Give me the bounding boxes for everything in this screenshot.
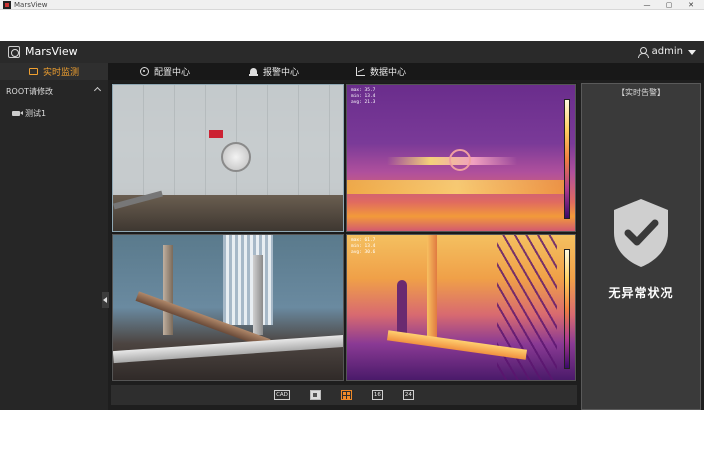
app-header: MarsView admin — [0, 41, 704, 63]
tab-label: 实时监测 — [42, 68, 79, 78]
temperature-readout: max: 61.7 min: 13.4 avg: 30.6 — [351, 238, 376, 255]
tab-data-center[interactable]: 数据中心 — [356, 63, 406, 80]
ground — [113, 195, 343, 231]
temperature-scale — [564, 249, 570, 369]
monitor-icon — [28, 68, 38, 75]
user-icon — [637, 47, 649, 58]
pipe — [163, 245, 173, 335]
sidebar-collapse-handle[interactable] — [102, 292, 109, 308]
alarm-status-text: 无异常状况 — [608, 286, 674, 300]
gear-icon — [140, 67, 149, 76]
cad-button[interactable]: CAD — [274, 390, 290, 400]
hot-pipe — [427, 235, 437, 345]
alarm-panel-title: 【实时告警】 — [617, 88, 665, 97]
device-tree-sidebar: ROOT请修改 测试1 — [0, 80, 109, 410]
video-tile-thermal-pipes[interactable]: max: 61.7 min: 13.4 avg: 30.6 — [346, 234, 576, 381]
structure — [497, 235, 557, 380]
os-window-title: MarsView — [14, 1, 48, 9]
corrugated-wall — [223, 235, 273, 325]
marsview-logo-icon — [8, 46, 20, 58]
pipe — [253, 255, 263, 335]
user-name: admin — [651, 46, 683, 57]
app-window: MarsView admin 实时监测 配置中心 报警中心 数据中心 ROOT请… — [0, 41, 704, 410]
layout-toolbar: CAD 16 24 — [111, 385, 577, 405]
video-grid: max: 35.7 min: 13.4 avg: 21.3 max: 61.7 … — [111, 83, 577, 381]
layout-1-button[interactable] — [309, 390, 321, 400]
maximize-button[interactable]: ▢ — [658, 0, 680, 10]
pipe — [113, 334, 343, 364]
os-title-bar: MarsView — ▢ ✕ — [0, 0, 704, 10]
minimize-button[interactable]: — — [636, 0, 658, 10]
layout-4-button[interactable] — [340, 390, 352, 400]
close-button[interactable]: ✕ — [680, 0, 702, 10]
tab-realtime-monitoring[interactable]: 实时监测 — [0, 63, 108, 80]
video-tile-visible-tank[interactable] — [112, 84, 344, 232]
app-icon — [3, 1, 11, 9]
layout-16-button[interactable]: 16 — [371, 390, 383, 400]
user-menu[interactable]: admin — [637, 45, 696, 59]
app-name: MarsView — [25, 45, 78, 58]
camera-icon — [12, 111, 23, 116]
tab-label: 配置中心 — [154, 68, 191, 78]
tab-config-center[interactable]: 配置中心 — [140, 63, 190, 80]
layout-24-button[interactable]: 24 — [402, 390, 414, 400]
main-nav: 实时监测 配置中心 报警中心 数据中心 — [0, 63, 704, 80]
video-tile-thermal-tank[interactable]: max: 35.7 min: 13.4 avg: 21.3 — [346, 84, 576, 232]
manhole-hatch — [221, 142, 251, 172]
heat-band — [347, 180, 567, 194]
shield-check-icon — [614, 199, 668, 267]
device-label: 测试1 — [25, 109, 47, 118]
hatch-heat-outline — [449, 149, 471, 171]
tree-item-device[interactable]: 测试1 — [12, 108, 46, 119]
alarm-icon — [249, 67, 258, 76]
warning-sign — [209, 130, 223, 138]
chevron-up-icon[interactable] — [93, 86, 102, 95]
realtime-alarm-panel: 【实时告警】 无异常状况 — [581, 83, 701, 410]
video-tile-visible-pipes[interactable] — [112, 234, 344, 381]
tank-wall — [113, 85, 343, 195]
tree-root-label[interactable]: ROOT请修改 — [6, 86, 53, 97]
chart-icon — [356, 67, 365, 76]
tab-alarm-center[interactable]: 报警中心 — [249, 63, 299, 80]
temperature-scale — [564, 99, 570, 219]
caret-down-icon — [688, 49, 696, 55]
tab-label: 数据中心 — [370, 68, 407, 78]
tab-label: 报警中心 — [263, 68, 300, 78]
temperature-readout: max: 35.7 min: 13.4 avg: 21.3 — [351, 88, 376, 105]
